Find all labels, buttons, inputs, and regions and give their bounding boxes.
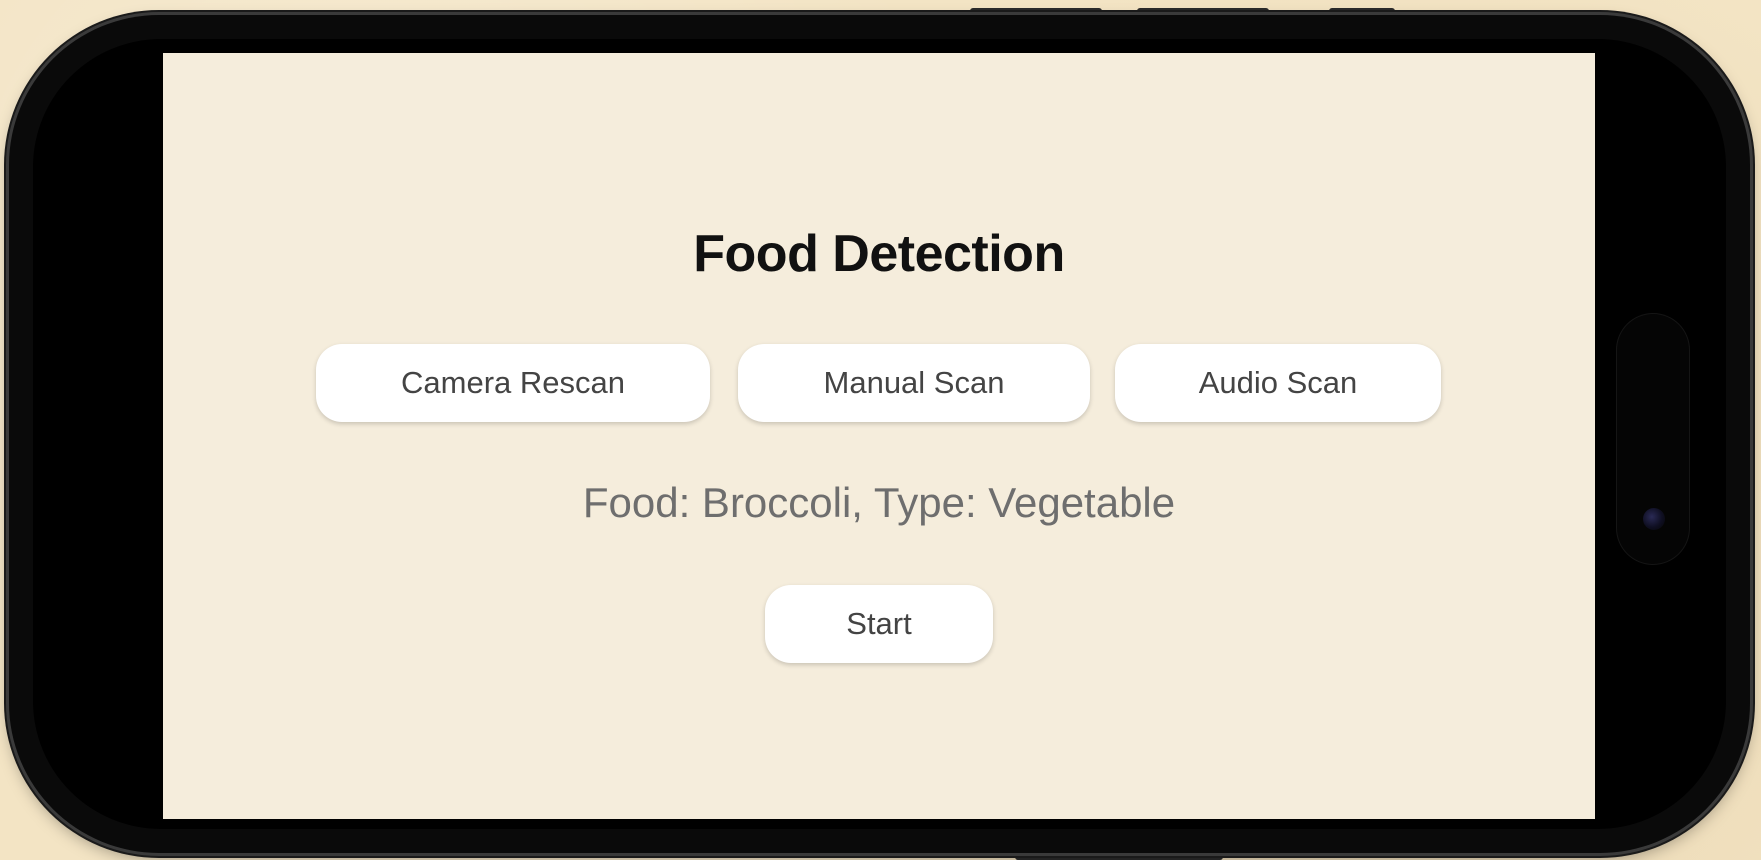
start-button[interactable]: Start <box>765 585 993 663</box>
detection-result-text: Food: Broccoli, Type: Vegetable <box>582 479 1176 526</box>
app-screen: Food Detection Camera Rescan Manual Scan… <box>163 53 1595 819</box>
dynamic-island <box>1617 314 1689 564</box>
camera-rescan-button[interactable]: Camera Rescan <box>316 344 710 422</box>
manual-scan-button[interactable]: Manual Scan <box>738 344 1090 422</box>
audio-scan-button[interactable]: Audio Scan <box>1115 344 1441 422</box>
front-camera-icon <box>1643 508 1665 530</box>
power-hardware-button <box>1015 852 1223 860</box>
page-title: Food Detection <box>693 225 1065 283</box>
